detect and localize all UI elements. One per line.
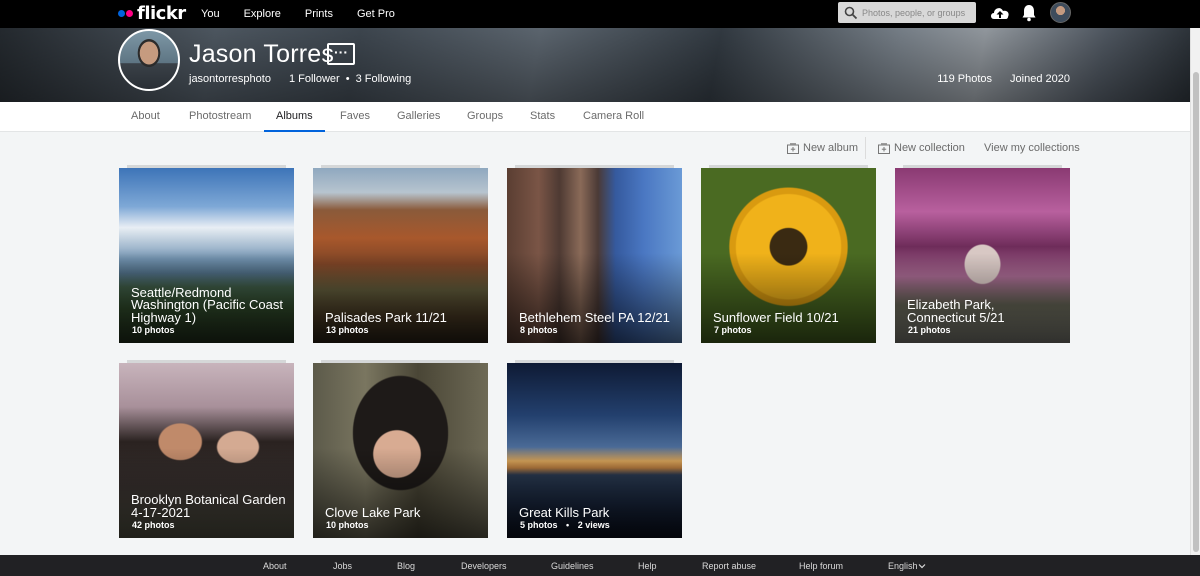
page-scrollbar[interactable] [1190, 28, 1200, 555]
flickr-logo[interactable]: flickr [118, 2, 186, 24]
album-photo-count: 8 photos [520, 325, 558, 335]
logo-pink-dot [126, 9, 133, 17]
album-card[interactable]: Great Kills Park 5 photos • 2 views [507, 360, 682, 538]
album-photo-count: 21 photos [908, 325, 951, 335]
profile-stats: 119 Photos Joined 2020 [937, 73, 1070, 85]
footer-blog[interactable]: Blog [397, 561, 415, 571]
footer-report-abuse[interactable]: Report abuse [702, 561, 756, 571]
following-link[interactable]: 3 Following [356, 73, 412, 85]
toolbar-divider [865, 137, 866, 159]
album-title: Sunflower Field 10/21 [713, 309, 839, 325]
profile-meta: jasontorresphoto 1 Follower • 3 Followin… [189, 73, 411, 85]
album-views-separator: • [566, 520, 570, 530]
profile-tabs: About Photostream Albums Faves Galleries… [0, 102, 1190, 132]
album-title: Seattle/Redmond Washington (Pacific Coas… [131, 284, 283, 325]
album-photo-count: 10 photos [132, 325, 175, 335]
new-album-button[interactable]: New album [787, 139, 858, 157]
tab-camera-roll[interactable]: Camera Roll [583, 102, 644, 132]
album-photo-count: 42 photos [132, 520, 175, 530]
nav-you[interactable]: You [201, 8, 220, 20]
tab-faves[interactable]: Faves [340, 102, 370, 132]
footer-help[interactable]: Help [638, 561, 657, 571]
avatar[interactable] [1050, 2, 1071, 23]
new-collection-icon [878, 142, 890, 154]
meta-bullet: • [345, 73, 350, 85]
view-collections-label: View my collections [984, 142, 1080, 154]
album-photo-count: 10 photos [326, 520, 369, 530]
photo-count: 119 Photos [937, 73, 993, 85]
new-album-icon [787, 142, 799, 154]
view-collections-link[interactable]: View my collections [984, 139, 1080, 157]
album-photo-count: 7 photos [714, 325, 752, 335]
tab-albums[interactable]: Albums [264, 102, 325, 132]
profile-avatar [118, 29, 180, 91]
joined-date: Joined 2020 [1010, 73, 1070, 85]
upload-cloud-icon[interactable] [989, 4, 1011, 22]
album-photo-count: 13 photos [326, 325, 369, 335]
tab-groups[interactable]: Groups [467, 102, 503, 132]
album-views: 2 views [577, 520, 610, 530]
search-icon [844, 6, 858, 19]
profile-name: Jason Torres [189, 40, 335, 68]
tab-galleries[interactable]: Galleries [397, 102, 440, 132]
top-nav-bar: flickr You Explore Prints Get Pro [0, 0, 1200, 28]
nav-explore[interactable]: Explore [244, 8, 281, 20]
tab-photostream[interactable]: Photostream [189, 102, 251, 132]
album-title: Clove Lake Park [325, 504, 421, 520]
album-title: Brooklyn Botanical Garden 4-17-2021 [131, 492, 286, 520]
album-photo-count-text: 5 photos [520, 520, 558, 530]
album-card[interactable]: Clove Lake Park 10 photos [313, 360, 488, 538]
album-card[interactable]: Sunflower Field 10/21 7 photos [701, 165, 876, 343]
more-options-button[interactable]: ··· [327, 43, 355, 65]
search-input[interactable] [862, 7, 972, 18]
album-title: Bethlehem Steel PA 12/21 [519, 309, 670, 325]
followers-link[interactable]: 1 Follower [289, 73, 340, 85]
language-selector[interactable]: English [888, 561, 918, 571]
nav-prints[interactable]: Prints [305, 8, 333, 20]
bell-icon[interactable] [1021, 4, 1037, 22]
profile-handle: jasontorresphoto [189, 73, 271, 85]
album-card[interactable]: Seattle/Redmond Washington (Pacific Coas… [119, 165, 294, 343]
logo-blue-dot [118, 9, 125, 17]
album-card[interactable]: Brooklyn Botanical Garden 4-17-2021 42 p… [119, 360, 294, 538]
new-album-label: New album [803, 142, 859, 154]
footer-help-forum[interactable]: Help forum [799, 561, 843, 571]
album-photo-count: 5 photos • 2 views [520, 520, 610, 530]
tab-about[interactable]: About [131, 102, 160, 132]
chevron-down-icon [918, 564, 926, 569]
scrollbar-thumb[interactable] [1193, 72, 1199, 552]
footer-jobs[interactable]: Jobs [333, 561, 352, 571]
logo-text: flickr [137, 2, 186, 24]
album-title: Great Kills Park [519, 504, 610, 520]
footer: About Jobs Blog Developers Guidelines He… [0, 555, 1200, 576]
album-card[interactable]: Elizabeth Park, Connecticut 5/21 21 phot… [895, 165, 1070, 343]
search-box[interactable] [838, 2, 976, 23]
album-title: Palisades Park 11/21 [325, 309, 447, 325]
nav-get-pro[interactable]: Get Pro [357, 8, 395, 20]
main-nav: You Explore Prints Get Pro [201, 0, 419, 28]
tab-stats[interactable]: Stats [530, 102, 555, 132]
footer-developers[interactable]: Developers [461, 561, 507, 571]
album-card[interactable]: Bethlehem Steel PA 12/21 8 photos [507, 165, 682, 343]
new-collection-label: New collection [894, 142, 965, 154]
new-collection-button[interactable]: New collection [878, 139, 965, 157]
footer-about[interactable]: About [263, 561, 287, 571]
album-card[interactable]: Palisades Park 11/21 13 photos [313, 165, 488, 343]
footer-guidelines[interactable]: Guidelines [551, 561, 594, 571]
album-title: Elizabeth Park, Connecticut 5/21 [907, 297, 1005, 325]
